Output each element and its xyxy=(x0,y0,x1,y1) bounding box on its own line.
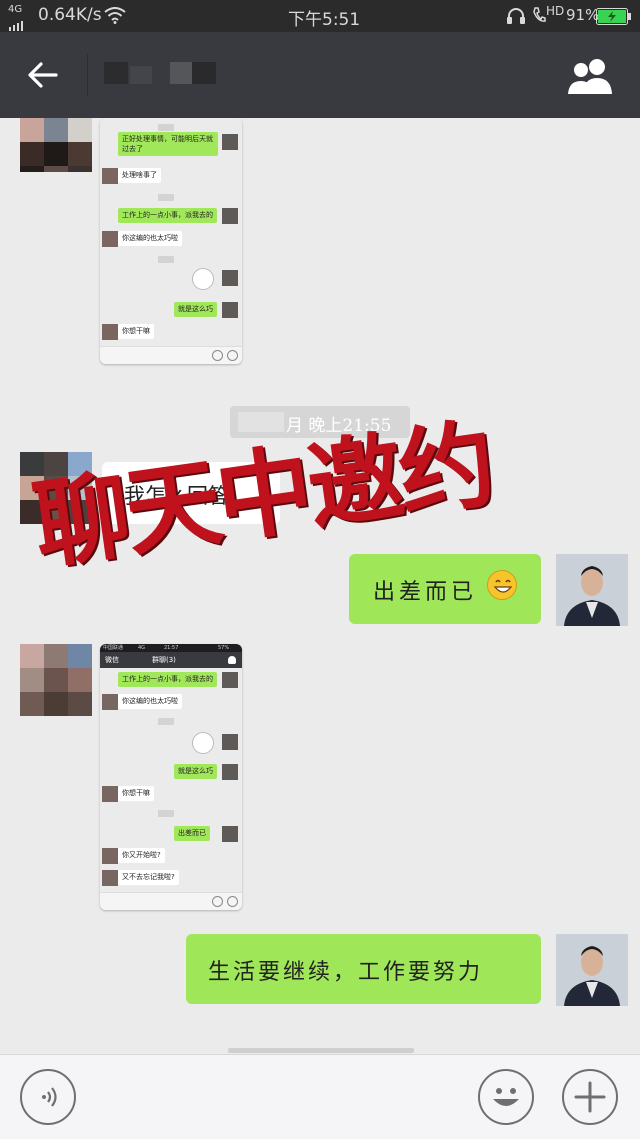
status-bar: 4G 0.64K/s 下午5:51 HD 91% xyxy=(0,0,640,32)
mini-bubble: 你想干嘛 xyxy=(118,324,154,339)
status-time: 下午5:51 xyxy=(288,10,361,30)
nav-bar xyxy=(0,32,640,118)
battery-icon xyxy=(596,8,632,30)
message-input[interactable] xyxy=(84,1069,468,1125)
voice-icon[interactable] xyxy=(20,1069,76,1125)
sticker-icon xyxy=(192,732,214,754)
nav-divider xyxy=(87,54,88,96)
grin-emoji xyxy=(487,570,517,600)
message-bubble-me[interactable]: 生活要继续，工作要努力 xyxy=(186,934,541,1004)
people-icon[interactable] xyxy=(566,56,616,96)
mini-bubble: 工作上的一点小事，派我去的 xyxy=(118,208,217,223)
mini-bubble: 就是这么巧 xyxy=(174,764,217,779)
signal-icon xyxy=(9,16,23,31)
plus-icon[interactable] xyxy=(562,1069,618,1125)
mini-bubble: 又不去忘记我啦? xyxy=(118,870,179,885)
battery-percent: 91% xyxy=(566,6,600,24)
mini-bubble: 就是这么巧 xyxy=(174,302,217,317)
headset-icon xyxy=(506,7,526,30)
network-speed: 0.64K/s xyxy=(38,5,102,25)
chat-title-blurred[interactable] xyxy=(104,62,216,84)
mini-bubble: 处理啥事了 xyxy=(118,168,161,183)
wifi-icon xyxy=(104,7,126,29)
my-avatar[interactable] xyxy=(556,934,628,1006)
message-bubble-me[interactable]: 出差而已 xyxy=(349,554,541,624)
smiley-icon[interactable] xyxy=(478,1069,534,1125)
mini-bubble: 工作上的一点小事，派我去的 xyxy=(118,672,217,687)
input-bar xyxy=(0,1054,640,1139)
mini-bubble: 正好处理事情，可能明后天就过去了 xyxy=(118,132,218,156)
mini-bubble: 你这编的也太巧啦 xyxy=(118,231,182,246)
network-type: 4G xyxy=(8,4,23,15)
my-avatar[interactable] xyxy=(556,554,628,626)
mini-bubble: 你这编的也太巧啦 xyxy=(118,694,182,709)
chat-area[interactable]: 正好处理事情，可能明后天就过去了 处理啥事了 工作上的一点小事，派我去的 你这编… xyxy=(0,118,640,1054)
sticker-icon xyxy=(192,268,214,290)
hd-label: HD xyxy=(546,4,565,18)
phone-hd-icon xyxy=(532,6,546,29)
mini-bubble: 你想干嘛 xyxy=(118,786,154,801)
mini-bubble: 出差而已 xyxy=(174,826,210,841)
avatar[interactable] xyxy=(20,644,92,716)
scroll-indicator[interactable] xyxy=(228,1048,414,1053)
chat-screenshot-image[interactable]: 正好处理事情，可能明后天就过去了 处理啥事了 工作上的一点小事，派我去的 你这编… xyxy=(100,118,242,364)
mini-bubble: 你又开始啦? xyxy=(118,848,165,863)
avatar[interactable] xyxy=(20,118,92,172)
mini-avatar xyxy=(222,134,238,150)
chat-screenshot-image[interactable]: 中国联通 4G 21:57 57% 微信 群聊(3) 工作上的一点小事，派我去的… xyxy=(100,644,242,910)
arrow-left-icon[interactable] xyxy=(26,58,60,92)
